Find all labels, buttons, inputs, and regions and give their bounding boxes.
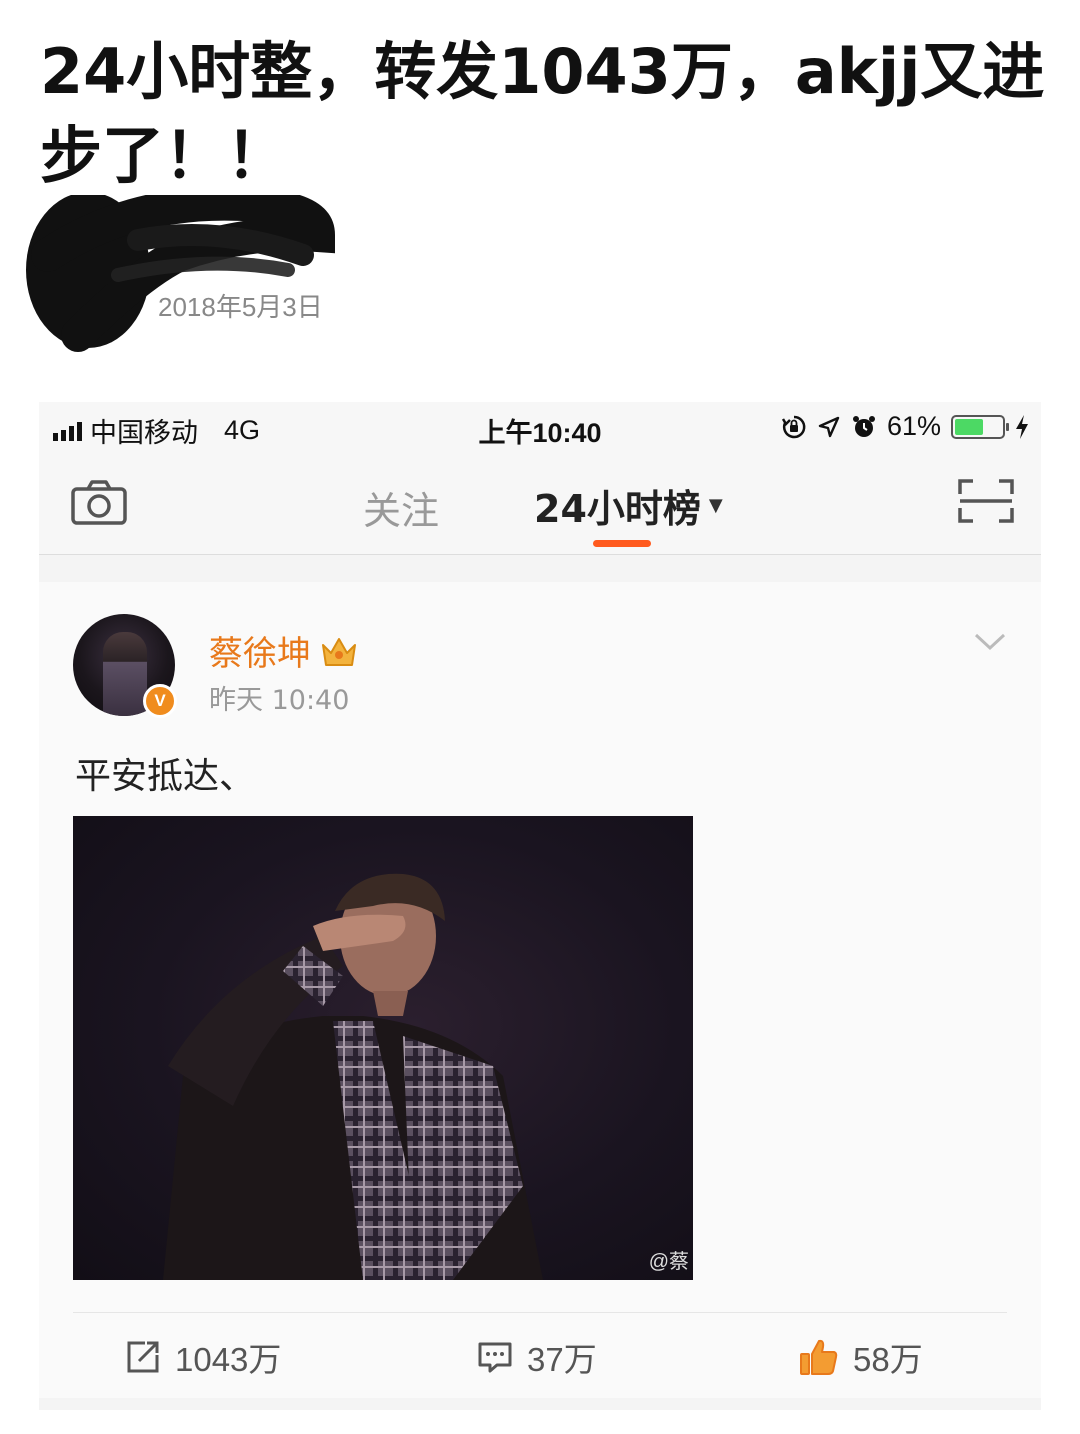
- post-image[interactable]: @蔡: [73, 816, 693, 1280]
- like-button[interactable]: 58万: [799, 1333, 923, 1381]
- comment-button[interactable]: 37万: [477, 1333, 597, 1381]
- post-author[interactable]: 蔡徐坤: [209, 626, 359, 675]
- tab-24h-ranking-label: 24小时榜: [534, 487, 701, 531]
- active-tab-indicator: [593, 540, 651, 547]
- post-photo: [163, 873, 543, 1280]
- post-author-name: 蔡徐坤: [209, 634, 311, 674]
- image-watermark: @蔡: [648, 1251, 689, 1273]
- camera-icon[interactable]: [71, 480, 127, 526]
- charging-bolt-icon: [1016, 414, 1028, 439]
- post-text: 平安抵达、: [75, 756, 256, 797]
- crown-badge-icon: [322, 637, 356, 666]
- battery-level: [955, 418, 984, 435]
- caret-down-icon: ▼: [708, 495, 723, 516]
- article-headline: 24小时整，转发1043万，akjj又进步了！！: [40, 35, 1045, 192]
- chevron-down-icon[interactable]: [973, 632, 1007, 652]
- article-date: 2018年5月3日: [158, 292, 323, 322]
- rotation-lock-icon: [781, 415, 806, 438]
- verified-badge-icon: V: [143, 684, 177, 718]
- thumbs-up-icon: [800, 1339, 838, 1375]
- repost-icon: [127, 1341, 159, 1373]
- location-arrow-icon: [818, 416, 840, 437]
- repost-count: 1043万: [175, 1341, 282, 1378]
- battery-icon: [951, 414, 1009, 439]
- scan-icon[interactable]: [957, 478, 1015, 524]
- post-actions: 1043万 37万 58万: [73, 1312, 1007, 1398]
- status-bar: 中国移动 4G 上午10:40 61%: [39, 402, 1041, 452]
- top-nav: 关注 24小时榜 ▼: [39, 452, 1041, 555]
- battery-percent: 61%: [886, 411, 941, 441]
- tab-follow[interactable]: 关注: [363, 480, 439, 535]
- comment-icon: [478, 1342, 512, 1373]
- repost-button[interactable]: 1043万: [125, 1333, 281, 1381]
- avatar[interactable]: V: [73, 614, 177, 718]
- weibo-post-card: V 蔡徐坤 昨天 10:40 平安抵达、 @蔡 1043万 37万 58万: [39, 582, 1041, 1398]
- comment-count: 37万: [527, 1341, 597, 1378]
- redacted-author: 2018年5月3日: [18, 195, 358, 360]
- alarm-icon: [852, 415, 875, 437]
- like-count: 58万: [853, 1341, 923, 1378]
- post-time: 昨天 10:40: [209, 685, 350, 716]
- weibo-screenshot: 中国移动 4G 上午10:40 61% 关注 24小时榜 ▼ V 蔡徐坤 昨天 …: [39, 402, 1041, 1410]
- redaction-scribble: [26, 195, 336, 352]
- tab-24h-ranking[interactable]: 24小时榜 ▼: [534, 478, 723, 533]
